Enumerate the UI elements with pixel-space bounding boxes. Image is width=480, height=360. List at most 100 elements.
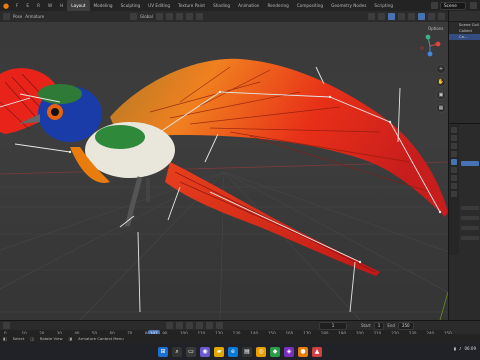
menu-help[interactable]: H	[56, 0, 67, 11]
data-properties-icon[interactable]	[451, 191, 457, 197]
start-frame-field[interactable]: 1	[373, 321, 385, 330]
start-frame-label: Start	[361, 323, 371, 328]
workspace-tab-rendering[interactable]: Rendering	[263, 0, 292, 11]
network-icon[interactable]: ▮	[454, 346, 456, 351]
status-select: Select	[12, 336, 25, 341]
scene-browse-icon[interactable]	[431, 2, 438, 9]
workspace-tabs: Layout Modeling Sculpting UV Editing Texture…	[67, 0, 397, 11]
prev-keyframe-icon[interactable]	[176, 322, 183, 329]
play-icon[interactable]	[196, 322, 203, 329]
xray-icon[interactable]	[398, 13, 405, 20]
workspace-tab-shading[interactable]: Shading	[209, 0, 234, 11]
store-icon[interactable]: ▤	[242, 346, 252, 357]
menu-edit[interactable]: E	[22, 0, 33, 11]
orientation-icon[interactable]	[130, 13, 138, 20]
jump-start-icon[interactable]	[166, 322, 173, 329]
mirror-icon[interactable]	[185, 13, 193, 20]
render-properties-icon[interactable]	[451, 135, 457, 141]
mouse-right-icon: ◨	[68, 336, 73, 341]
perspective-toggle-icon[interactable]: ▦	[436, 103, 446, 113]
pan-hand-icon[interactable]: ✋	[436, 77, 446, 87]
workspace-tab-texture-paint[interactable]: Texture Paint	[174, 0, 209, 11]
scene-name-field[interactable]: Scene	[440, 1, 466, 10]
right-panel: Scene Coll Collect Ca...	[448, 11, 480, 331]
y-axis-line	[439, 291, 448, 320]
volume-icon[interactable]: ♪	[459, 346, 462, 351]
pose-option-icon[interactable]	[195, 13, 203, 20]
outliner-tree: Scene Coll Collect Ca...	[449, 22, 480, 40]
tool-properties-icon[interactable]	[451, 127, 457, 133]
workspace-tab-scripting[interactable]: Scripting	[370, 0, 397, 11]
bird-neck	[95, 125, 145, 149]
outliner-header	[449, 11, 480, 22]
bird-leg	[123, 176, 143, 233]
jump-end-icon[interactable]	[216, 322, 223, 329]
camera-view-icon[interactable]: ▣	[436, 90, 446, 100]
visibility-icon[interactable]	[368, 13, 375, 20]
workspace-tab-layout[interactable]: Layout	[67, 0, 90, 11]
workspace-tab-modeling[interactable]: Modeling	[90, 0, 117, 11]
3d-viewport[interactable]: Options + ✋ ▣ ▦	[0, 22, 448, 320]
navigation-gizmo[interactable]	[418, 34, 442, 58]
workspace-tab-compositing[interactable]: Compositing	[293, 0, 327, 11]
menu-window[interactable]: W	[44, 0, 56, 11]
object-properties-icon[interactable]	[451, 159, 457, 165]
menu-file[interactable]: F	[12, 0, 22, 11]
search-icon[interactable]: ⌕	[172, 346, 182, 357]
snap-icon[interactable]	[165, 13, 173, 20]
zoom-icon[interactable]: +	[436, 64, 446, 74]
proportional-edit-icon[interactable]	[175, 13, 183, 20]
physics-properties-icon[interactable]	[451, 175, 457, 181]
end-frame-field[interactable]: 250	[397, 321, 414, 330]
viewport-scene	[0, 58, 448, 320]
chat-icon[interactable]: ◉	[200, 346, 210, 357]
task-view-icon[interactable]: ▭	[186, 346, 196, 357]
timeline-editor-type-icon[interactable]	[3, 322, 10, 329]
constraints-properties-icon[interactable]	[451, 183, 457, 189]
blender-logo-icon[interactable]: ●	[0, 0, 12, 11]
overlay-toggle-icon[interactable]	[388, 13, 395, 20]
app-green-icon[interactable]: ◆	[270, 346, 280, 357]
options-button[interactable]: Options	[428, 26, 443, 31]
app-red-icon[interactable]: ▲	[312, 346, 322, 357]
menu-armature[interactable]: Armature	[25, 14, 44, 19]
current-frame-field[interactable]: 1	[319, 321, 347, 330]
shading-render-icon[interactable]	[438, 13, 445, 20]
end-frame-label: End	[387, 323, 395, 328]
bird-eye	[51, 108, 59, 116]
pivot-icon[interactable]	[155, 13, 163, 20]
properties-tab-column	[449, 125, 459, 255]
shading-material-icon[interactable]	[428, 13, 435, 20]
tail-feathers	[165, 162, 380, 276]
output-properties-icon[interactable]	[451, 143, 457, 149]
workspace-tab-geometry-nodes[interactable]: Geometry Nodes	[327, 0, 370, 11]
view-layer-icon[interactable]	[470, 2, 477, 9]
clock[interactable]: 06:09	[464, 346, 476, 351]
properties-active-field[interactable]	[461, 161, 479, 166]
app-purple-icon[interactable]: ◈	[284, 346, 294, 357]
chrome-icon[interactable]: ◎	[256, 346, 266, 357]
mode-selector[interactable]: Pose	[13, 14, 22, 19]
menu-render[interactable]: R	[33, 0, 44, 11]
shading-wire-icon[interactable]	[408, 13, 415, 20]
workspace-tab-animation[interactable]: Animation	[234, 0, 263, 11]
shading-solid-icon[interactable]	[418, 13, 425, 20]
workspace-tab-sculpting[interactable]: Sculpting	[117, 0, 145, 11]
scene-properties-icon[interactable]	[451, 151, 457, 157]
timeline-controls: 1 Start 1 End 250	[0, 321, 480, 330]
transform-orientation-dropdown[interactable]: Global	[140, 14, 153, 19]
system-tray: ▮ ♪ 06:09	[454, 346, 476, 351]
editor-type-icon[interactable]	[3, 13, 10, 20]
blender-taskbar-icon[interactable]: ●	[298, 346, 308, 357]
status-rotate-view: Rotate View	[39, 336, 63, 341]
status-bar: ◧ Select ◫ Rotate View ◨ Armature Contex…	[0, 334, 480, 343]
next-keyframe-icon[interactable]	[206, 322, 213, 329]
edge-browser-icon[interactable]: e	[228, 346, 238, 357]
windows-start-icon[interactable]: ⊞	[158, 346, 168, 357]
gizmo-toggle-icon[interactable]	[378, 13, 385, 20]
workspace-tab-uv-editing[interactable]: UV Editing	[144, 0, 174, 11]
modifier-properties-icon[interactable]	[451, 167, 457, 173]
file-explorer-icon[interactable]: ▰	[214, 346, 224, 357]
play-reverse-icon[interactable]	[186, 322, 193, 329]
outliner-row[interactable]: Ca...	[449, 34, 480, 40]
